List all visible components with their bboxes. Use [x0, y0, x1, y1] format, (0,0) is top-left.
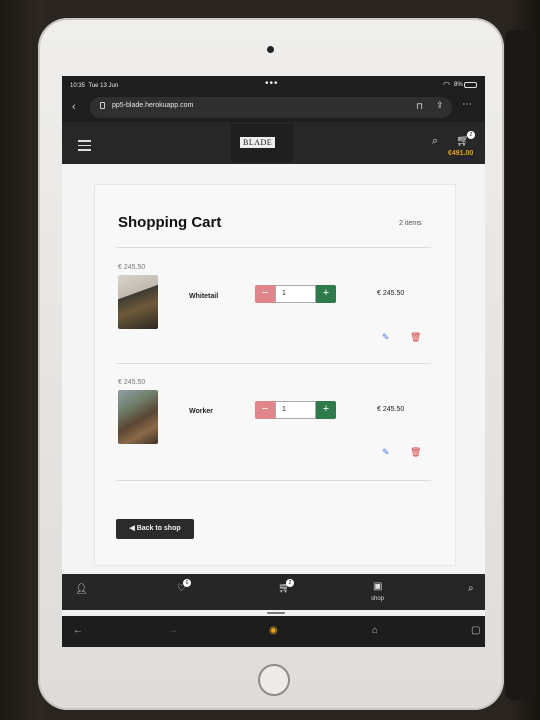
item-image[interactable]: [118, 275, 158, 329]
more-options-icon[interactable]: ⋯: [462, 99, 472, 110]
divider: [116, 363, 431, 364]
edit-icon[interactable]: ✎: [382, 447, 390, 458]
battery-icon: [464, 82, 477, 88]
back-arrow-icon: ◀: [129, 525, 135, 532]
site-header: BLADE ⌕ 🛒︎ 2 €491.00: [62, 122, 485, 164]
item-name: Whitetail: [189, 293, 219, 300]
item-unit-price: € 245.50: [118, 379, 146, 386]
quantity-input[interactable]: 1: [275, 401, 316, 419]
logo-text: BLADE: [240, 137, 276, 148]
quantity-stepper: − 1 +: [255, 285, 337, 303]
decrement-button[interactable]: −: [255, 401, 275, 419]
multitask-dots-icon[interactable]: •••: [265, 78, 279, 89]
tablet-case: [505, 30, 535, 700]
item-image[interactable]: [118, 390, 158, 444]
cart-page: Shopping Cart 2 items € 245.50 Whitetail…: [62, 164, 485, 574]
status-time: 10:35 Tue 13 Jun: [70, 83, 119, 89]
bookmark-icon[interactable]: ⊓: [416, 101, 423, 112]
increment-button[interactable]: +: [316, 285, 336, 303]
cart-tab-badge: 2: [286, 579, 294, 587]
cart-total[interactable]: €491.00: [448, 150, 473, 157]
back-to-shop-button[interactable]: ◀ Back to shop: [116, 519, 194, 539]
tabs-icon[interactable]: ▢: [471, 625, 480, 636]
wishlist-count-badge: 0: [183, 579, 191, 587]
delete-icon[interactable]: 🗑︎: [410, 447, 421, 458]
search-icon[interactable]: ⌕: [432, 135, 438, 148]
forward-arrow-icon[interactable]: →: [168, 625, 178, 636]
wifi-icon: ◠: [443, 80, 450, 89]
quantity-stepper: − 1 +: [255, 401, 337, 419]
share-icon[interactable]: ⇪: [436, 100, 444, 111]
bottom-tab-bar: 👤︎ ♡ 0 🛒︎ 2 ▣ shop ⌕: [62, 574, 485, 610]
url-text[interactable]: pp5-blade.herokuapp.com: [112, 102, 193, 109]
lock-icon: [100, 102, 105, 109]
site-logo[interactable]: BLADE: [231, 124, 293, 162]
browser-url-bar: ‹ pp5-blade.herokuapp.com ⊓ ⇪ ⋯: [62, 94, 485, 122]
search-tab-icon[interactable]: ⌕: [468, 583, 474, 594]
home-button[interactable]: [258, 664, 290, 696]
item-name: Worker: [189, 408, 213, 415]
page-title: Shopping Cart: [118, 214, 222, 231]
item-line-total: € 245.50: [377, 406, 405, 413]
front-camera: [267, 46, 274, 53]
decrement-button[interactable]: −: [255, 285, 275, 303]
hamburger-menu-icon[interactable]: [78, 140, 91, 154]
item-line-total: € 245.50: [377, 290, 405, 297]
increment-button[interactable]: +: [316, 401, 336, 419]
divider: [116, 480, 431, 481]
item-unit-price: € 245.50: [118, 264, 146, 271]
chevron-left-icon[interactable]: ‹: [72, 101, 76, 113]
divider: [116, 247, 431, 248]
drag-handle[interactable]: [267, 612, 285, 614]
delete-icon[interactable]: 🗑︎: [410, 332, 421, 343]
quantity-input[interactable]: 1: [275, 285, 316, 303]
shop-icon[interactable]: ▣: [373, 581, 382, 592]
edit-icon[interactable]: ✎: [382, 332, 390, 343]
cart-count-badge: 2: [467, 131, 475, 139]
back-arrow-icon[interactable]: ←: [73, 625, 83, 636]
assistant-icon[interactable]: ◉: [269, 625, 278, 636]
item-count: 2 items: [399, 220, 422, 227]
home-icon[interactable]: ⌂: [372, 625, 378, 636]
cart-card: [94, 184, 456, 566]
battery-percent: 8%: [454, 82, 463, 88]
tablet-screen: 10:35 Tue 13 Jun ••• ◠ 8% ‹ pp5-blade.he…: [62, 76, 485, 647]
shop-tab-label[interactable]: shop: [371, 596, 384, 602]
status-bar: 10:35 Tue 13 Jun ••• ◠ 8%: [62, 76, 485, 94]
browser-toolbar: ← → ◉ ⌂ ▢: [62, 616, 485, 647]
account-icon[interactable]: 👤︎: [75, 584, 88, 595]
